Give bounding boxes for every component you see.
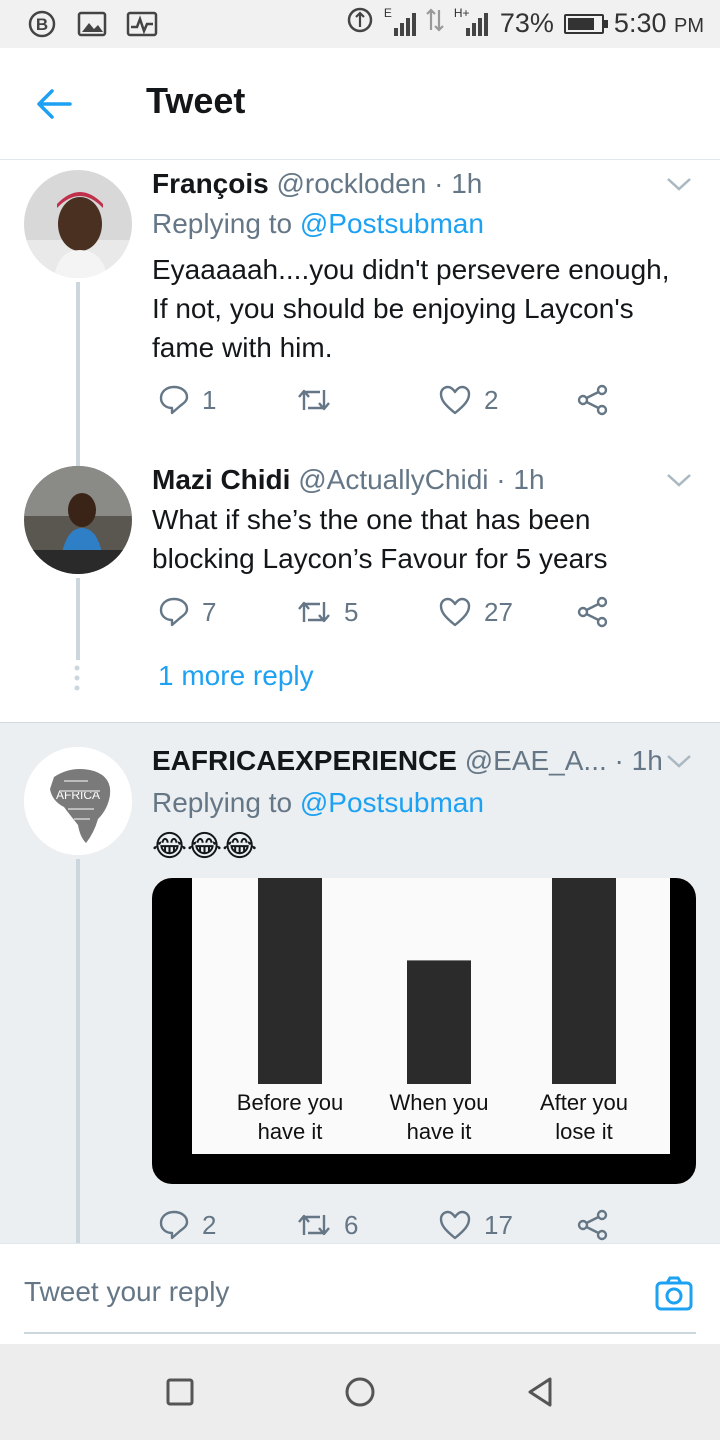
back-triangle-icon[interactable] xyxy=(524,1376,556,1408)
retweet-icon xyxy=(298,389,330,411)
avatar[interactable] xyxy=(24,170,132,278)
author-handle[interactable]: @ActuallyChidi xyxy=(298,464,488,495)
meme-label: Before you xyxy=(237,1090,343,1115)
activity-icon xyxy=(126,8,158,40)
reply-input[interactable]: Tweet your reply xyxy=(24,1276,229,1308)
mention-link[interactable]: @Postsubman xyxy=(300,787,484,818)
meme-label: After you xyxy=(540,1090,628,1115)
heart-icon xyxy=(439,597,471,627)
author-name[interactable]: EAFRICAEXPERIENCE xyxy=(152,745,457,776)
meme-label: lose it xyxy=(555,1119,612,1144)
retweet-button[interactable]: 5 xyxy=(296,596,358,628)
chevron-down-icon[interactable] xyxy=(666,753,692,769)
retweet-button[interactable] xyxy=(296,384,344,416)
thread-line xyxy=(76,578,80,660)
like-button[interactable]: 2 xyxy=(438,384,498,416)
share-icon xyxy=(577,384,608,416)
tweet-actions: 7 5 27 xyxy=(152,596,672,636)
signal-icon-2: H+ xyxy=(454,6,490,38)
image-icon xyxy=(76,8,108,40)
chevron-down-icon[interactable] xyxy=(666,472,692,488)
share-button[interactable] xyxy=(576,1209,610,1241)
tweet-media-image[interactable]: Before you have it When you have it After yo… xyxy=(152,878,696,1184)
heart-icon xyxy=(439,1210,471,1240)
retweet-button[interactable]: 6 xyxy=(296,1209,358,1241)
reply-button[interactable]: 2 xyxy=(158,1209,216,1241)
battery-icon xyxy=(563,13,608,34)
meme-bar xyxy=(552,878,616,1084)
meme-label: have it xyxy=(258,1119,323,1144)
page-title: Tweet xyxy=(146,80,246,121)
thread-dots xyxy=(73,664,81,692)
more-replies-link[interactable]: 1 more reply xyxy=(158,660,314,692)
like-button[interactable]: 27 xyxy=(438,596,513,628)
reply-icon xyxy=(159,1210,189,1240)
author-name[interactable]: François xyxy=(152,168,269,199)
meme-bar xyxy=(258,878,322,1084)
share-icon xyxy=(577,1209,608,1241)
reply-composer: Tweet your reply xyxy=(0,1243,720,1344)
back-arrow-icon[interactable] xyxy=(34,84,78,124)
tweet-time: · 1h xyxy=(496,464,545,495)
meme-label: have it xyxy=(407,1119,472,1144)
camera-icon[interactable] xyxy=(654,1274,694,1314)
author-handle[interactable]: @EAE_A... xyxy=(465,745,607,776)
tweet-time: · 1h xyxy=(614,745,663,776)
home-circle-icon[interactable] xyxy=(344,1376,376,1408)
status-bar: B E H+ 73% 5:30 PM xyxy=(0,0,720,48)
reply-icon xyxy=(159,385,189,415)
author-handle[interactable]: @rockloden xyxy=(276,168,426,199)
recents-square-icon[interactable] xyxy=(164,1376,196,1408)
app-header: Tweet xyxy=(0,48,720,160)
like-button[interactable]: 17 xyxy=(438,1209,513,1241)
meme-label: When you xyxy=(389,1090,488,1115)
tweet-header: François @rockloden · 1h xyxy=(152,168,482,200)
retweet-icon xyxy=(298,601,330,623)
thread-line xyxy=(76,440,80,466)
battery-percent: 73% xyxy=(499,8,554,38)
clock: 5:30 PM xyxy=(613,8,704,38)
share-button[interactable] xyxy=(576,384,610,416)
tweet-item[interactable]: Mazi Chidi @ActuallyChidi · 1h What if s… xyxy=(0,440,720,720)
reply-button[interactable]: 1 xyxy=(158,384,216,416)
reply-icon xyxy=(159,597,189,627)
thread-line xyxy=(76,282,80,440)
svg-text:B: B xyxy=(36,15,48,34)
input-underline xyxy=(24,1332,696,1334)
avatar[interactable] xyxy=(24,466,132,574)
share-button[interactable] xyxy=(576,596,610,628)
tweet-item[interactable]: François @rockloden · 1h Replying to @Po… xyxy=(0,160,720,440)
tweet-time: · 1h xyxy=(434,168,483,199)
tweet-header: EAFRICAEXPERIENCE @EAE_A... · 1h xyxy=(152,745,663,777)
tweet-emoji: 😂😂😂 xyxy=(152,830,258,863)
tweet-actions: 1 2 xyxy=(152,384,672,424)
chevron-down-icon[interactable] xyxy=(666,176,692,192)
tweet-text: What if she’s the one that has been bloc… xyxy=(152,504,608,574)
b-circle-icon: B xyxy=(26,8,58,40)
heart-icon xyxy=(439,385,471,415)
author-name[interactable]: Mazi Chidi xyxy=(152,464,290,495)
data-saver-icon xyxy=(346,6,374,41)
replying-to: Replying to @Postsubman xyxy=(152,787,484,818)
data-arrows-icon xyxy=(426,6,444,41)
tweet-header: Mazi Chidi @ActuallyChidi · 1h xyxy=(152,464,545,496)
reply-button[interactable]: 7 xyxy=(158,596,216,628)
replying-to: Replying to @Postsubman xyxy=(152,208,484,239)
meme-bar xyxy=(407,960,471,1084)
signal-icon: E xyxy=(384,6,416,38)
mention-link[interactable]: @Postsubman xyxy=(300,208,484,239)
thread-line xyxy=(76,859,80,1243)
tweet-text: Eyaaaaah....you didn't persevere enough,… xyxy=(152,254,670,363)
retweet-icon xyxy=(298,1214,330,1236)
share-icon xyxy=(577,596,608,628)
system-nav-bar xyxy=(0,1344,720,1440)
avatar[interactable]: AFRICA xyxy=(24,747,132,855)
